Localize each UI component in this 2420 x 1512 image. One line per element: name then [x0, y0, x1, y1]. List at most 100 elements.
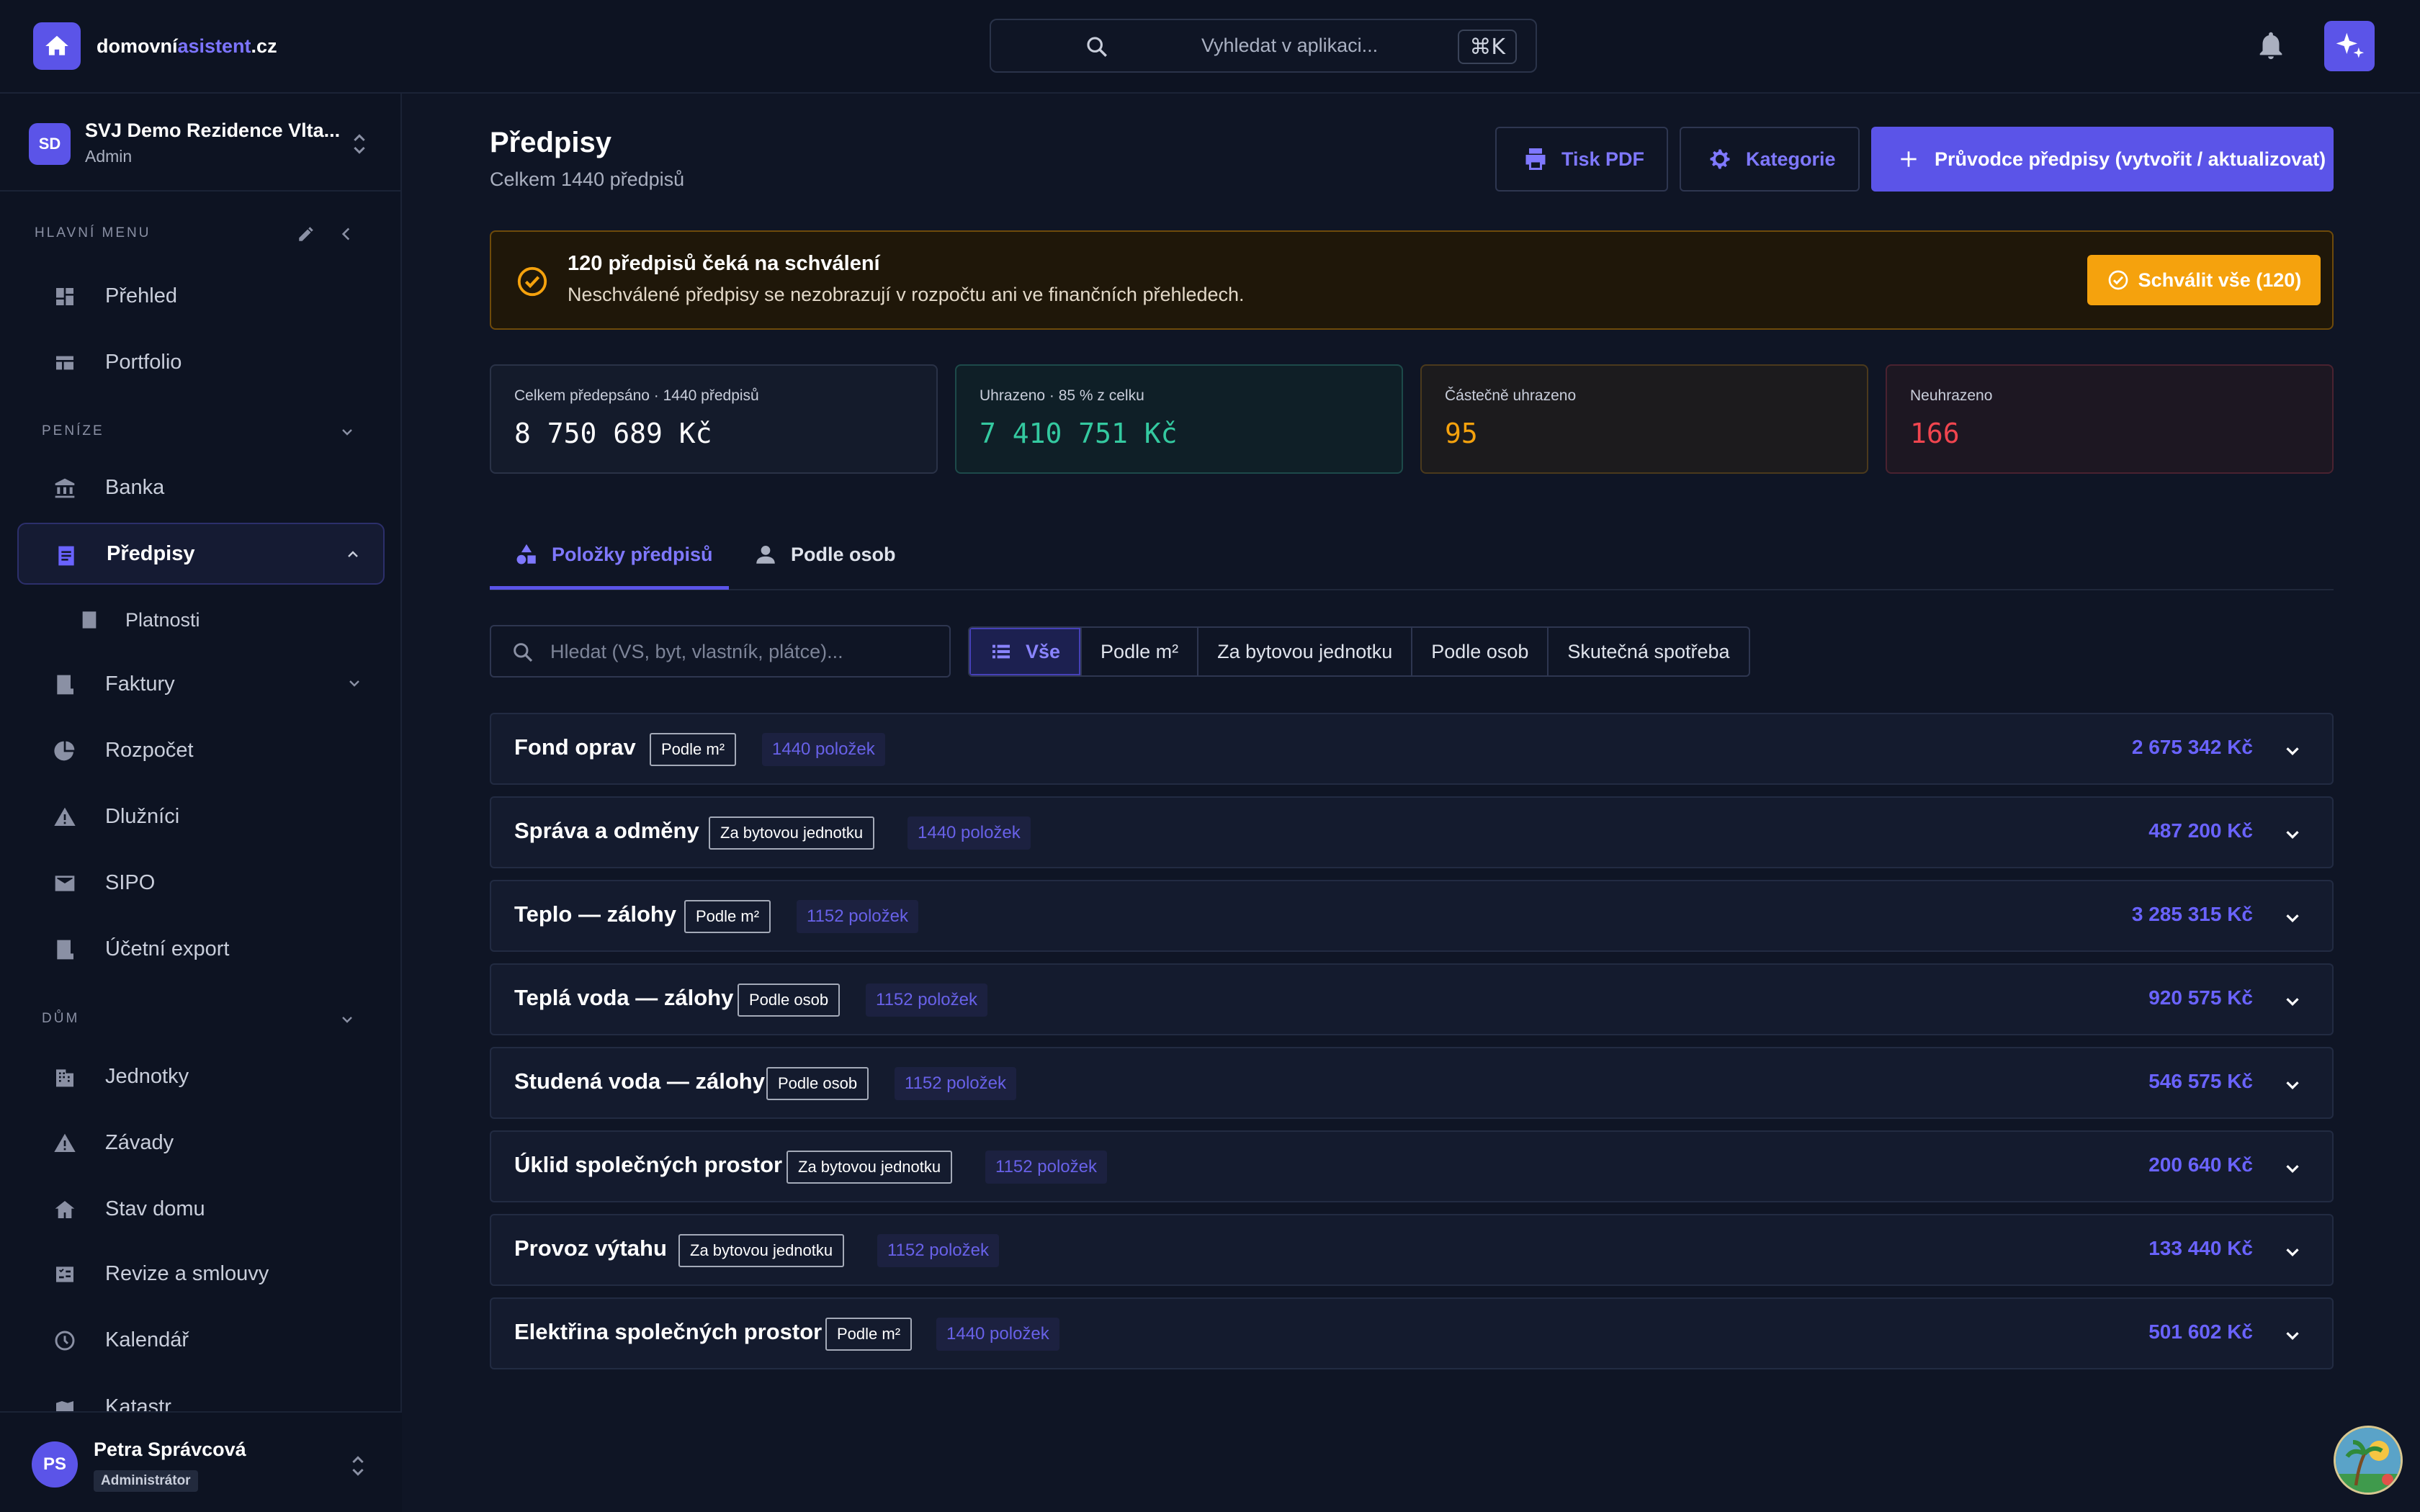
- search-icon: [514, 643, 533, 662]
- chevron-down-icon[interactable]: [2282, 1325, 2303, 1346]
- allocation-tag: Za bytovou jednotku: [678, 1234, 845, 1267]
- sidebar-item-portfolio[interactable]: Portfolio: [17, 331, 385, 393]
- sidebar-item-predpisy[interactable]: Předpisy: [17, 523, 385, 585]
- filter-search-placeholder: Hledat (VS, byt, vlastník, plátce)...: [550, 641, 843, 662]
- chevron-down-icon[interactable]: [339, 423, 356, 441]
- category-row-sprava[interactable]: Správa a odměny Za bytovou jednotku 1440…: [490, 796, 2334, 868]
- chevron-up-down-icon: [352, 1456, 364, 1476]
- category-title: Teplo — zálohy: [514, 901, 677, 927]
- collapse-sidebar-icon[interactable]: [337, 225, 356, 243]
- category-amount: 501 602 Kč: [2148, 1320, 2253, 1343]
- brand-name: domovníasistent.cz: [97, 35, 277, 57]
- edit-icon[interactable]: [297, 225, 315, 243]
- stat-card-unpaid: Neuhrazeno 166: [1886, 364, 2334, 474]
- category-title: Provoz výtahu: [514, 1236, 667, 1261]
- bell-icon[interactable]: [2254, 29, 2287, 66]
- chevron-down-icon[interactable]: [2282, 907, 2303, 929]
- user-menu[interactable]: PS Petra Správcová Administrátor: [0, 1411, 402, 1512]
- allocation-tag: Za bytovou jednotku: [786, 1151, 953, 1184]
- wizard-button[interactable]: Průvodce předpisy (vytvořit / aktualizov…: [1871, 127, 2334, 192]
- org-name: SVJ Demo Rezidence Vlta...: [85, 120, 341, 141]
- sidebar-item-dluznici[interactable]: Dlužníci: [17, 786, 385, 847]
- category-title: Studená voda — zálohy: [514, 1068, 765, 1094]
- house-icon: [55, 1201, 75, 1218]
- ai-assistant-button[interactable]: [2324, 21, 2375, 71]
- sidebar-item-zavady[interactable]: Závady: [17, 1112, 385, 1174]
- category-amount: 200 640 Kč: [2148, 1153, 2253, 1176]
- item-count-badge: 1440 položek: [762, 733, 885, 766]
- sidebar-item-ucetni-export[interactable]: Účetní export: [17, 918, 385, 980]
- category-title: Teplá voda — zálohy: [514, 985, 734, 1010]
- allocation-tag: Za bytovou jednotku: [709, 816, 875, 850]
- allocation-tag: Podle osob: [738, 984, 841, 1017]
- category-amount: 487 200 Kč: [2148, 819, 2253, 842]
- category-row-studena-voda[interactable]: Studená voda — zálohy Podle osob 1152 po…: [490, 1047, 2334, 1119]
- chevron-down-icon[interactable]: [2282, 991, 2303, 1012]
- category-row-vytah[interactable]: Provoz výtahu Za bytovou jednotku 1152 p…: [490, 1214, 2334, 1286]
- category-row-fond-oprav[interactable]: Fond oprav Podle m² 1440 položek 2 675 3…: [490, 713, 2334, 785]
- invoice-icon: [57, 675, 73, 695]
- section-money-label: PENÍZE: [42, 423, 104, 438]
- bank-icon: [55, 478, 75, 498]
- categories-button[interactable]: Kategorie: [1680, 127, 1860, 192]
- global-search[interactable]: Vyhledat v aplikaci... ⌘K: [990, 19, 1537, 73]
- chevron-down-icon[interactable]: [2282, 1074, 2303, 1096]
- category-row-uklid[interactable]: Úklid společných prostor Za bytovou jedn…: [490, 1130, 2334, 1202]
- category-amount: 920 575 Kč: [2148, 986, 2253, 1009]
- chevron-down-icon[interactable]: [339, 1011, 356, 1028]
- assistant-avatar-button[interactable]: [2334, 1426, 2403, 1495]
- plus-icon: [1901, 151, 1917, 167]
- top-bar: domovníasistent.cz Vyhledat v aplikaci..…: [0, 0, 2420, 94]
- list-icon: [992, 644, 1010, 659]
- checklist-icon: [56, 1266, 73, 1282]
- category-row-elektrina[interactable]: Elektřina společných prostor Podle m² 14…: [490, 1297, 2334, 1369]
- category-title: Správa a odměny: [514, 818, 699, 843]
- chevron-down-icon[interactable]: [2282, 824, 2303, 845]
- brand-logo[interactable]: domovníasistent.cz: [33, 22, 277, 70]
- chevron-down-icon[interactable]: [2282, 1241, 2303, 1263]
- segment-skutecna-spotreba[interactable]: Skutečná spotřeba: [1547, 628, 1748, 675]
- sidebar-item-stav-domu[interactable]: Stav domu: [17, 1178, 385, 1240]
- segment-podle-osob[interactable]: Podle osob: [1411, 628, 1547, 675]
- export-icon: [57, 940, 73, 960]
- alert-text: Neschválené předpisy se nezobrazují v ro…: [568, 284, 1245, 305]
- chevron-down-icon[interactable]: [2282, 740, 2303, 762]
- user-name: Petra Správcová: [94, 1439, 246, 1460]
- segment-podle-m2[interactable]: Podle m²: [1080, 628, 1197, 675]
- shapes-icon: [516, 544, 536, 564]
- sidebar-item-kalendar[interactable]: Kalendář: [17, 1309, 385, 1371]
- sidebar-item-katastr[interactable]: Katastr: [17, 1375, 385, 1411]
- check-circle-icon: [517, 266, 547, 297]
- segment-za-bytovou-jednotku[interactable]: Za bytovou jednotku: [1197, 628, 1411, 675]
- sidebar-item-faktury[interactable]: Faktury: [17, 653, 385, 715]
- allocation-tag: Podle osob: [766, 1067, 869, 1100]
- filter-search-input[interactable]: Hledat (VS, byt, vlastník, plátce)...: [490, 625, 951, 678]
- sidebar-item-banka[interactable]: Banka: [17, 456, 385, 518]
- stat-value: 166: [1910, 418, 1960, 449]
- map-icon: [56, 1401, 73, 1411]
- shortcut-badge: ⌘K: [1458, 30, 1517, 64]
- tab-polozky-predpisu[interactable]: Položky předpisů: [514, 518, 713, 590]
- sidebar-subitem-platnosti[interactable]: Platnosti: [79, 595, 200, 645]
- print-pdf-button[interactable]: Tisk PDF: [1495, 127, 1668, 192]
- sidebar-item-sipo[interactable]: SIPO: [17, 852, 385, 914]
- section-house-label: DŮM: [42, 1011, 80, 1026]
- category-row-tepla-voda[interactable]: Teplá voda — zálohy Podle osob 1152 polo…: [490, 963, 2334, 1035]
- category-title: Úklid společných prostor: [514, 1152, 783, 1177]
- sidebar-item-jednotky[interactable]: Jednotky: [17, 1045, 385, 1107]
- warning-icon: [54, 1133, 76, 1152]
- organization-switcher[interactable]: SD SVJ Demo Rezidence Vlta... Admin: [29, 115, 375, 173]
- sidebar-item-rozpocet[interactable]: Rozpočet: [17, 719, 385, 781]
- org-avatar: SD: [29, 123, 71, 165]
- category-row-teplo[interactable]: Teplo — zálohy Podle m² 1152 položek 3 2…: [490, 880, 2334, 952]
- sidebar-item-prehled[interactable]: Přehled: [17, 265, 385, 327]
- divider: [0, 190, 402, 192]
- segment-vse[interactable]: Vše: [969, 628, 1081, 675]
- pie-chart-icon: [54, 741, 75, 761]
- approve-all-button[interactable]: Schválit vše (120): [2087, 255, 2321, 305]
- stat-value: 7 410 751 Kč: [980, 418, 1178, 449]
- tab-podle-osob[interactable]: Podle osob: [753, 518, 896, 590]
- chevron-down-icon[interactable]: [2282, 1158, 2303, 1179]
- sidebar-item-revize[interactable]: Revize a smlouvy: [17, 1243, 385, 1305]
- printer-icon: [1525, 148, 1546, 170]
